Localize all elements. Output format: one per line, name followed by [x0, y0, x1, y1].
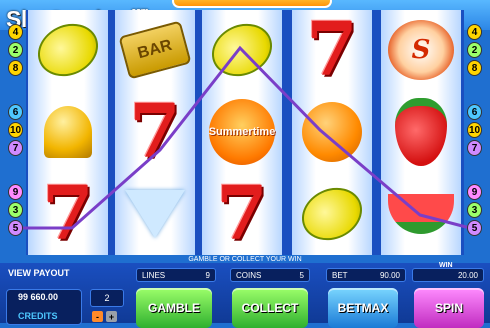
payline-number-right[interactable]: 2 [467, 42, 482, 58]
coins-value: 5 [299, 270, 304, 280]
reel-symbol: 7 [292, 10, 372, 90]
summertime-icon: Summertime [209, 99, 275, 165]
seven-icon: 7 [42, 171, 94, 257]
reel-1: 7 [28, 10, 108, 255]
payline-number-left[interactable]: 6 [8, 104, 23, 120]
payline-number-left[interactable]: 2 [8, 42, 23, 58]
lemon-icon [293, 178, 371, 250]
denomination-plus-button[interactable]: + [106, 311, 117, 322]
payline-number-right[interactable]: 9 [467, 184, 482, 200]
reel-2: BAR 7 [115, 10, 195, 255]
payline-number-right[interactable]: 6 [467, 104, 482, 120]
bet-max-label-line2: MAX [361, 301, 389, 315]
reel-symbol [202, 10, 282, 90]
reel-symbol: 7 [115, 92, 195, 172]
denomination-minus-button[interactable]: - [92, 311, 103, 322]
reel-symbol: BAR [115, 10, 195, 90]
bet-label: BET [332, 270, 348, 280]
payline-number-left[interactable]: 4 [8, 24, 23, 40]
view-payout-link[interactable]: VIEW PAYOUT [8, 268, 70, 278]
lemon-icon [203, 14, 281, 86]
reel-symbol: 7 [28, 174, 108, 254]
win-box: 20.00 [412, 268, 484, 282]
lines-value: 9 [205, 270, 210, 280]
seven-icon: 7 [306, 7, 358, 93]
payline-number-left[interactable]: 3 [8, 202, 23, 218]
reel-symbol [292, 92, 372, 172]
payline-number-right[interactable]: 8 [467, 60, 482, 76]
payline-number-right[interactable]: 7 [467, 140, 482, 156]
payline-number-right[interactable]: 3 [467, 202, 482, 218]
status-message: GAMBLE OR COLLECT YOUR WIN [188, 256, 302, 263]
bet-max-button[interactable]: BET MAX [328, 288, 398, 328]
payline-number-left[interactable]: 5 [8, 220, 23, 236]
bet-box: BET 90.00 [326, 268, 406, 282]
coins-box: COINS 5 [230, 268, 310, 282]
diamond-icon [125, 190, 185, 238]
denomination-value: 2 [90, 289, 124, 307]
bet-max-label-line1: BET [337, 301, 362, 315]
reel-5: S [381, 10, 461, 255]
orange-icon [302, 102, 362, 162]
collect-button[interactable]: COLLECT [232, 288, 308, 328]
coins-label: COINS [236, 270, 262, 280]
credits-value: 99 660.00 [18, 292, 59, 302]
payline-number-right[interactable]: 10 [467, 122, 482, 138]
seven-icon: 7 [216, 171, 268, 257]
summertime-s-icon: S [388, 20, 454, 80]
seven-icon: 7 [129, 89, 181, 175]
payline-number-left[interactable]: 9 [8, 184, 23, 200]
bet-value: 90.00 [379, 270, 400, 280]
lines-label: LINES [142, 270, 166, 280]
lemon-icon [29, 14, 107, 86]
gamble-button[interactable]: GAMBLE [136, 288, 212, 328]
reel-symbol [292, 174, 372, 254]
bar-icon: BAR [118, 20, 192, 80]
lines-box: LINES 9 [136, 268, 216, 282]
reel-symbol: Summertime [202, 92, 282, 172]
reel-symbol [381, 174, 461, 254]
reel-symbol: S [381, 10, 461, 90]
strawberry-icon [395, 98, 447, 166]
reel-symbol [381, 92, 461, 172]
bell-icon [44, 106, 92, 158]
payline-number-left[interactable]: 10 [8, 122, 23, 138]
reel-symbol [28, 92, 108, 172]
reel-symbol [28, 10, 108, 90]
payline-number-right[interactable]: 5 [467, 220, 482, 236]
reel-symbol: 7 [202, 174, 282, 254]
reel-3: Summertime 7 [202, 10, 282, 255]
credits-label: CREDITS [18, 311, 58, 321]
watermelon-icon [388, 194, 454, 234]
reel-4: 7 [292, 10, 372, 255]
payline-number-right[interactable]: 4 [467, 24, 482, 40]
payline-number-left[interactable]: 7 [8, 140, 23, 156]
spin-button[interactable]: SPIN [414, 288, 484, 328]
win-value: 20.00 [457, 270, 478, 280]
reel-symbol [115, 174, 195, 254]
payline-number-left[interactable]: 8 [8, 60, 23, 76]
